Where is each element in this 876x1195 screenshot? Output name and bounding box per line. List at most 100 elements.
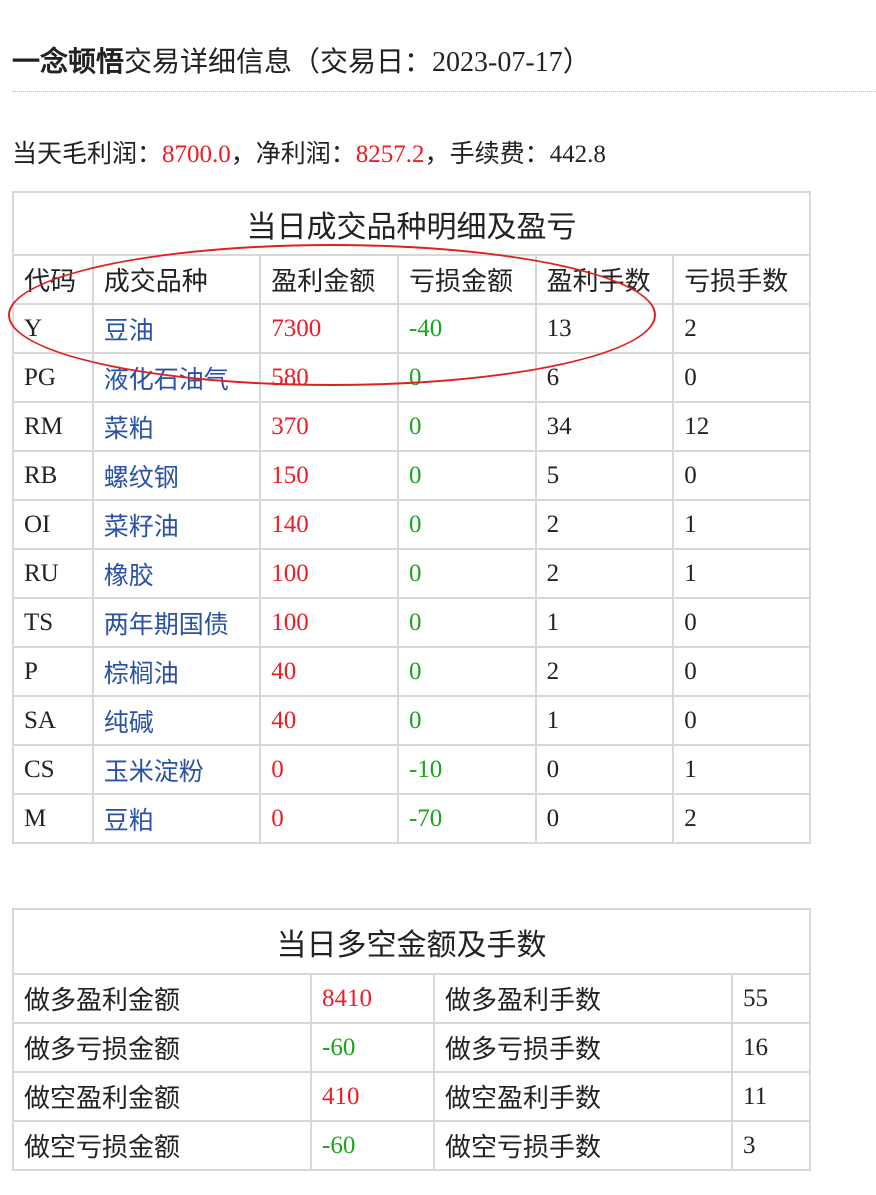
table-row: PG 液化石油气 580 0 6 0 (12, 352, 811, 403)
profit-amount: 370 (259, 401, 399, 452)
product-code: RM (12, 401, 94, 452)
amount-value: -60 (310, 1120, 435, 1171)
product-code: CS (12, 744, 94, 795)
product-code: M (12, 793, 94, 844)
longshort-table-caption: 当日多空金额及手数 (12, 908, 811, 975)
lots-label: 做多盈利手数 (433, 973, 733, 1024)
product-link[interactable]: 纯碱 (91, 695, 262, 746)
title-brand: 一念顿悟 (12, 45, 125, 78)
loss-amount: 0 (396, 450, 537, 501)
header-code: 代码 (12, 254, 94, 305)
longshort-table: 当日多空金额及手数 做多盈利金额 8410 做多盈利手数 55 做多亏损金额 -60 做多亏… (12, 908, 811, 1171)
table-row: OI 菜籽油 140 0 2 1 (12, 499, 811, 550)
lots-value: 16 (731, 1022, 811, 1073)
loss-amount: 0 (396, 597, 537, 648)
win-lots: 2 (534, 499, 675, 550)
product-code: OI (12, 499, 94, 550)
amount-label: 做空亏损金额 (12, 1120, 312, 1171)
loss-amount: 0 (396, 695, 537, 746)
amount-label: 做多盈利金额 (12, 973, 312, 1024)
amount-label: 做多亏损金额 (12, 1022, 312, 1073)
table-row: SA 纯碱 40 0 1 0 (12, 695, 811, 746)
title-divider (12, 91, 876, 92)
loss-lots: 12 (672, 401, 811, 452)
product-code: RU (12, 548, 94, 599)
win-lots: 1 (534, 597, 675, 648)
header-loss: 亏损金额 (396, 254, 537, 305)
loss-lots: 2 (672, 793, 811, 844)
summary-separator: ， (424, 139, 450, 168)
win-lots: 5 (534, 450, 675, 501)
win-lots: 0 (534, 793, 675, 844)
win-lots: 13 (534, 303, 675, 354)
profit-summary: 当天毛利润：8700.0，净利润：8257.2，手续费：442.8 (12, 134, 606, 175)
win-lots: 1 (534, 695, 675, 746)
table-row: RU 橡胶 100 0 2 1 (12, 548, 811, 599)
product-link[interactable]: 豆油 (91, 303, 262, 354)
loss-amount: 0 (396, 401, 537, 452)
profit-amount: 100 (259, 597, 399, 648)
lots-value: 55 (731, 973, 811, 1024)
product-link[interactable]: 玉米淀粉 (91, 744, 262, 795)
product-code: RB (12, 450, 94, 501)
table-row: 做空盈利金额 410 做空盈利手数 11 (12, 1071, 811, 1122)
loss-amount: 0 (396, 548, 537, 599)
loss-lots: 2 (672, 303, 811, 354)
loss-lots: 0 (672, 450, 811, 501)
product-link[interactable]: 橡胶 (91, 548, 262, 599)
product-link[interactable]: 液化石油气 (91, 352, 262, 403)
detail-table-header: 代码 成交品种 盈利金额 亏损金额 盈利手数 亏损手数 (12, 254, 811, 305)
loss-amount: -70 (396, 793, 537, 844)
lots-label: 做多亏损手数 (433, 1022, 733, 1073)
product-link[interactable]: 菜籽油 (91, 499, 262, 550)
header-loss-lots: 亏损手数 (672, 254, 811, 305)
profit-amount: 580 (259, 352, 399, 403)
lots-label: 做空亏损手数 (433, 1120, 733, 1171)
loss-lots: 1 (672, 548, 811, 599)
trade-date: 2023-07-17 (432, 47, 563, 78)
amount-value: -60 (310, 1022, 435, 1073)
product-link[interactable]: 豆粕 (91, 793, 262, 844)
detail-table: 当日成交品种明细及盈亏 代码 成交品种 盈利金额 亏损金额 盈利手数 亏损手数 … (12, 191, 811, 844)
header-profit: 盈利金额 (259, 254, 399, 305)
table-row: RB 螺纹钢 150 0 5 0 (12, 450, 811, 501)
net-profit-label: 净利润： (255, 139, 356, 168)
profit-amount: 140 (259, 499, 399, 550)
amount-label: 做空盈利金额 (12, 1071, 312, 1122)
header-win-lots: 盈利手数 (534, 254, 675, 305)
table-row: P 棕榈油 40 0 2 0 (12, 646, 811, 697)
page-title: 一念顿悟交易详细信息（交易日：2023-07-17） (12, 40, 591, 85)
win-lots: 34 (534, 401, 675, 452)
profit-amount: 100 (259, 548, 399, 599)
header-product: 成交品种 (91, 254, 262, 305)
profit-amount: 40 (259, 695, 399, 746)
product-link[interactable]: 菜粕 (91, 401, 262, 452)
profit-amount: 40 (259, 646, 399, 697)
loss-lots: 0 (672, 646, 811, 697)
product-code: P (12, 646, 94, 697)
win-lots: 0 (534, 744, 675, 795)
table-row: 做多亏损金额 -60 做多亏损手数 16 (12, 1022, 811, 1073)
loss-lots: 1 (672, 744, 811, 795)
profit-amount: 150 (259, 450, 399, 501)
table-row: Y 豆油 7300 -40 13 2 (12, 303, 811, 354)
product-code: Y (12, 303, 94, 354)
amount-value: 8410 (310, 973, 435, 1024)
loss-amount: -40 (396, 303, 537, 354)
fee-label: 手续费： (449, 139, 550, 168)
lots-value: 11 (731, 1071, 811, 1122)
product-link[interactable]: 棕榈油 (91, 646, 262, 697)
loss-amount: 0 (396, 499, 537, 550)
loss-lots: 0 (672, 352, 811, 403)
win-lots: 2 (534, 646, 675, 697)
fee-value: 442.8 (549, 141, 606, 168)
product-code: TS (12, 597, 94, 648)
profit-amount: 0 (259, 793, 399, 844)
table-row: M 豆粕 0 -70 0 2 (12, 793, 811, 844)
product-link[interactable]: 两年期国债 (91, 597, 262, 648)
profit-amount: 7300 (259, 303, 399, 354)
lots-label: 做空盈利手数 (433, 1071, 733, 1122)
table-row: RM 菜粕 370 0 34 12 (12, 401, 811, 452)
product-link[interactable]: 螺纹钢 (91, 450, 262, 501)
loss-amount: -10 (396, 744, 537, 795)
